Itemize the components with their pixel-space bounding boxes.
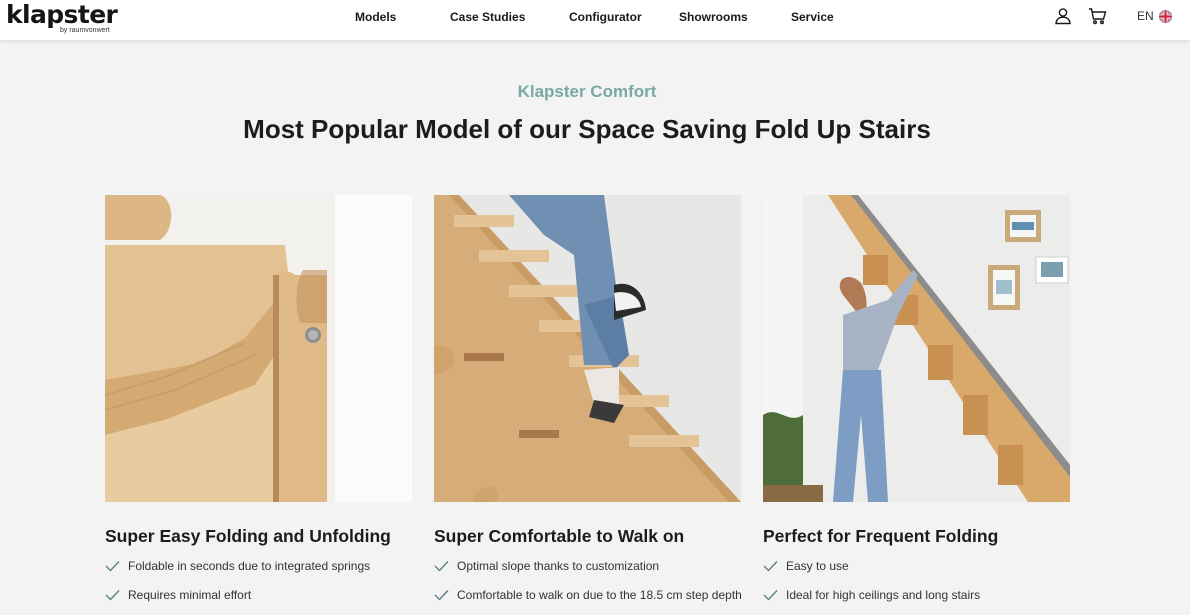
nav-case-studies[interactable]: Case Studies xyxy=(450,10,525,24)
feature-text: Ideal for high ceilings and long stairs xyxy=(786,588,981,602)
feature-column-1: Super Easy Folding and Unfolding Foldabl… xyxy=(105,195,412,604)
nav-configurator[interactable]: Configurator xyxy=(569,10,642,24)
feature-title: Super Easy Folding and Unfolding xyxy=(105,526,391,546)
cart-icon[interactable] xyxy=(1088,7,1107,25)
check-icon xyxy=(434,590,449,601)
feature-title: Super Comfortable to Walk on xyxy=(434,526,685,546)
language-label: EN xyxy=(1137,9,1154,23)
feature-item: Ideal for high ceilings and long stairs xyxy=(763,586,1070,604)
check-icon xyxy=(105,561,120,572)
stair-walking-image xyxy=(434,195,741,502)
stair-closeup-image xyxy=(105,195,412,502)
feature-column-2: Super Comfortable to Walk on Optimal slo… xyxy=(434,195,742,604)
feature-item: Optimal slope thanks to customization xyxy=(434,557,741,575)
stair-folding-image xyxy=(763,195,1070,502)
nav-models[interactable]: Models xyxy=(355,10,396,24)
feature-text: Optimal slope thanks to customization xyxy=(457,559,660,573)
check-icon xyxy=(763,561,778,572)
feature-item: Requires minimal effort xyxy=(105,586,412,604)
language-selector[interactable]: EN xyxy=(1137,10,1172,23)
check-icon xyxy=(763,590,778,601)
feature-title: Perfect for Frequent Folding xyxy=(763,526,999,546)
check-icon xyxy=(434,561,449,572)
nav-service[interactable]: Service xyxy=(791,10,834,24)
feature-item: Foldable in seconds due to integrated sp… xyxy=(105,557,412,575)
check-icon xyxy=(105,590,120,601)
logo[interactable]: klapster by raumvonwert xyxy=(6,0,118,37)
section-headline: Most Popular Model of our Space Saving F… xyxy=(243,114,931,144)
feature-item: Comfortable to walk on due to the 18.5 c… xyxy=(434,586,742,604)
feature-column-3: Perfect for Frequent Folding Easy to use… xyxy=(763,195,1070,604)
nav-showrooms[interactable]: Showrooms xyxy=(679,10,748,24)
site-header: klapster by raumvonwert Models Case Stud… xyxy=(0,0,1190,40)
section-eyebrow: Klapster Comfort xyxy=(517,82,657,101)
feature-text: Foldable in seconds due to integrated sp… xyxy=(128,559,371,573)
feature-item: Easy to use xyxy=(763,557,1070,575)
feature-text: Requires minimal effort xyxy=(128,588,252,602)
feature-text: Comfortable to walk on due to the 18.5 c… xyxy=(457,588,742,602)
logo-subtext: by raumvonwert xyxy=(60,27,110,34)
logo-text: klapster xyxy=(6,0,118,29)
feature-text: Easy to use xyxy=(786,559,849,573)
uk-flag-icon xyxy=(1158,10,1172,23)
user-icon[interactable] xyxy=(1054,7,1072,25)
